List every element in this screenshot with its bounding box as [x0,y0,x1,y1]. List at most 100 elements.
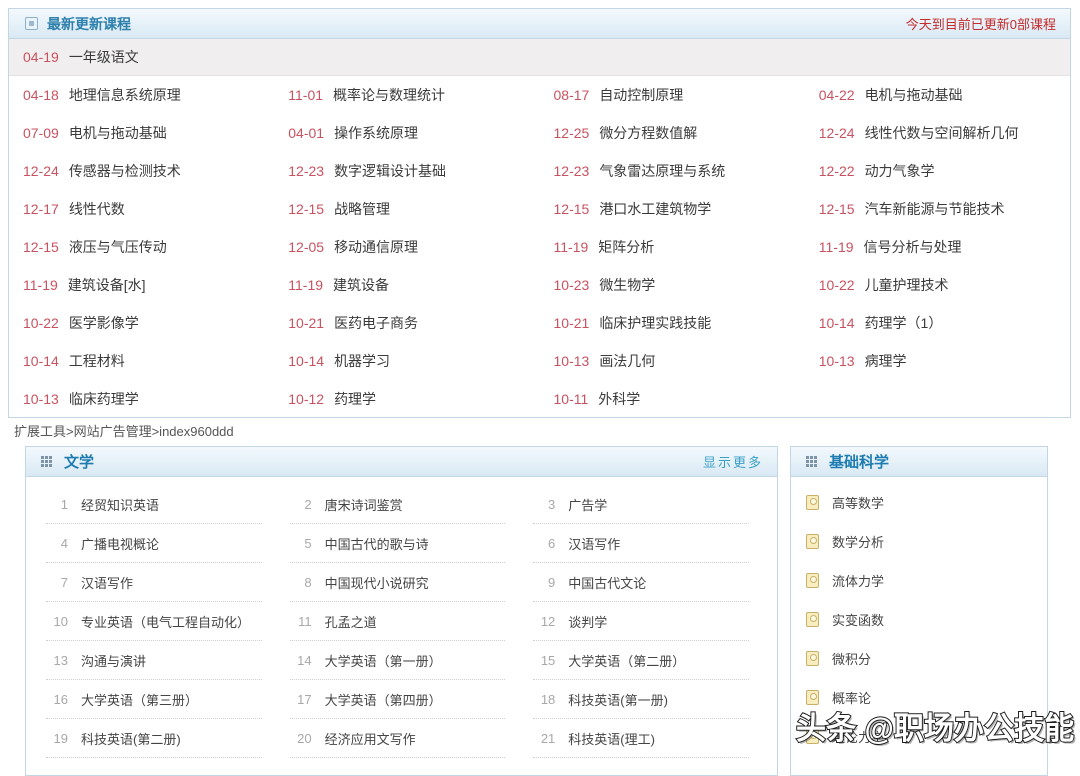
course-item[interactable]: 10-23微生物学 [540,266,805,304]
course-name: 临床药理学 [69,389,139,409]
course-date: 10-21 [554,315,590,331]
literature-item[interactable]: 19科技英语(第二册) [46,719,290,758]
course-item[interactable]: 12-25微分方程数值解 [540,114,805,152]
course-date: 10-22 [23,315,59,331]
literature-item[interactable]: 5中国古代的歌与诗 [290,524,534,563]
course-name: 动力气象学 [865,161,935,181]
course-name: 药理学 [334,389,376,409]
item-number: 10 [46,614,68,629]
course-item[interactable]: 10-13病理学 [805,342,1070,380]
course-item[interactable]: 10-14药理学（1） [805,304,1070,342]
course-item[interactable]: 11-19建筑设备 [274,266,539,304]
literature-item[interactable]: 6汉语写作 [533,524,777,563]
literature-item[interactable]: 9中国古代文论 [533,563,777,602]
literature-item-inner: 8中国现代小说研究 [290,563,506,602]
item-name: 实变函数 [832,610,884,629]
course-item[interactable]: 10-12 药理学 [274,380,539,418]
item-number: 16 [46,692,68,707]
course-item[interactable]: 10-11外科学 [540,380,805,418]
show-more-link[interactable]: 显示更多 [703,452,763,471]
literature-item[interactable]: 21科技英语(理工) [533,719,777,758]
course-name: 一年级语文 [69,47,139,67]
course-name: 儿童护理技术 [865,275,949,295]
basic-science-item[interactable]: 微积分 [791,639,1047,678]
course-item[interactable]: 12-05移动通信原理 [274,228,539,266]
course-item[interactable]: 11-19信号分析与处理 [805,228,1070,266]
item-name: 经贸知识英语 [81,495,159,514]
basic-science-item[interactable]: 数学分析 [791,522,1047,561]
course-item[interactable]: 10-22医学影像学 [9,304,274,342]
course-item[interactable]: 12-17线性代数 [9,190,274,228]
toutiao-watermark: 头条 @职场办公技能 [796,703,1074,748]
course-item[interactable]: 10-14工程材料 [9,342,274,380]
course-name: 电机与拖动基础 [865,85,963,105]
literature-item-inner: 6汉语写作 [533,524,749,563]
notebook-icon [806,651,819,666]
latest-courses-panel: 最新更新课程 今天到目前已更新0部课程 04-19 一年级语文 04-18地理信… [8,8,1071,418]
course-item[interactable]: 10-13 临床药理学 [9,380,274,418]
item-name: 科技英语(第一册) [568,690,668,709]
course-date: 12-23 [288,163,324,179]
course-name: 移动通信原理 [334,237,418,257]
course-item[interactable]: 12-15港口水工建筑物学 [540,190,805,228]
course-item[interactable]: 12-15汽车新能源与节能技术 [805,190,1070,228]
course-item[interactable]: 12-24传感器与检测技术 [9,152,274,190]
course-item[interactable]: 04-18地理信息系统原理 [9,76,274,114]
basic-science-item[interactable]: 实变函数 [791,600,1047,639]
course-item[interactable]: 08-17自动控制原理 [540,76,805,114]
course-item[interactable]: 12-15液压与气压传动 [9,228,274,266]
course-item[interactable]: 12-24线性代数与空间解析几何 [805,114,1070,152]
course-item[interactable]: 12-23数字逻辑设计基础 [274,152,539,190]
literature-item[interactable]: 13沟通与演讲 [46,641,290,680]
item-number: 20 [290,731,312,746]
course-item[interactable]: 10-14机器学习 [274,342,539,380]
course-date: 10-13 [23,391,59,407]
literature-item[interactable]: 16大学英语（第三册） [46,680,290,719]
item-name: 中国古代文论 [568,573,646,592]
course-name: 操作系统原理 [334,123,418,143]
course-item[interactable]: 10-22儿童护理技术 [805,266,1070,304]
literature-item[interactable]: 3广告学 [533,485,777,524]
course-item[interactable]: 12-22动力气象学 [805,152,1070,190]
course-item[interactable]: 04-22电机与拖动基础 [805,76,1070,114]
literature-item-inner: 9中国古代文论 [533,563,749,602]
literature-item[interactable]: 20经济应用文写作 [290,719,534,758]
basic-science-item[interactable]: 高等数学 [791,483,1047,522]
literature-item[interactable]: 7汉语写作 [46,563,290,602]
course-item[interactable]: 07-09电机与拖动基础 [9,114,274,152]
course-item[interactable]: 10-21临床护理实践技能 [540,304,805,342]
literature-item-inner: 20经济应用文写作 [290,719,506,758]
literature-item[interactable]: 12谈判学 [533,602,777,641]
item-name: 科技英语(理工) [568,729,655,748]
item-number: 14 [290,653,312,668]
course-item[interactable]: 10-21医药电子商务 [274,304,539,342]
item-name: 微积分 [832,649,871,668]
course-item[interactable]: 11-01概率论与数理统计 [274,76,539,114]
course-item[interactable]: 10-13画法几何 [540,342,805,380]
course-date: 11-19 [23,277,58,293]
course-item[interactable]: 04-01操作系统原理 [274,114,539,152]
course-name: 建筑设备 [333,275,389,295]
basic-science-item[interactable]: 流体力学 [791,561,1047,600]
literature-item[interactable]: 11孔孟之道 [290,602,534,641]
literature-item[interactable]: 15大学英语（第二册） [533,641,777,680]
course-date: 10-12 [288,391,324,407]
literature-item[interactable]: 4广播电视概论 [46,524,290,563]
course-item[interactable]: 12-23气象雷达原理与系统 [540,152,805,190]
course-name: 液压与气压传动 [69,237,167,257]
course-name: 矩阵分析 [598,237,654,257]
course-item[interactable]: 12-15战略管理 [274,190,539,228]
literature-item[interactable]: 10专业英语（电气工程自动化） [46,602,290,641]
literature-item[interactable]: 18科技英语(第一册) [533,680,777,719]
course-item[interactable]: 11-19 建筑设备[水] [9,266,274,304]
literature-item[interactable]: 14大学英语（第一册） [290,641,534,680]
literature-item[interactable]: 2唐宋诗词鉴赏 [290,485,534,524]
course-item[interactable]: 11-19矩阵分析 [540,228,805,266]
course-date: 10-14 [23,353,59,369]
featured-course-row[interactable]: 04-19 一年级语文 [9,39,1070,76]
course-date: 10-21 [288,315,324,331]
course-name: 建筑设备[水] [68,275,146,295]
literature-item[interactable]: 17大学英语（第四册） [290,680,534,719]
literature-item[interactable]: 1经贸知识英语 [46,485,290,524]
literature-item[interactable]: 8中国现代小说研究 [290,563,534,602]
